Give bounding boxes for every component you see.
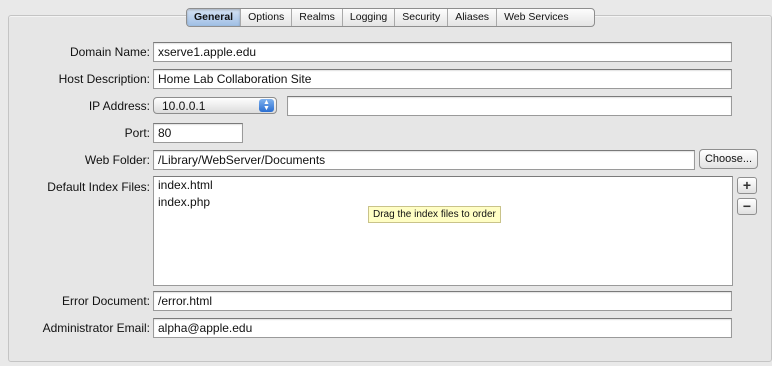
tab-realms[interactable]: Realms bbox=[292, 9, 343, 26]
error-document-label: Error Document: bbox=[61, 294, 150, 308]
drag-order-tooltip: Drag the index files to order bbox=[368, 206, 501, 223]
ip-address-extra-field[interactable] bbox=[287, 96, 732, 116]
ip-address-popup[interactable]: 10.0.0.1 ▲ ▼ bbox=[153, 97, 277, 114]
domain-name-field[interactable]: xserve1.apple.edu bbox=[153, 42, 732, 62]
web-folder-field[interactable]: /Library/WebServer/Documents bbox=[153, 150, 695, 170]
tab-logging[interactable]: Logging bbox=[343, 9, 396, 26]
tab-bar: General Options Realms Logging Security … bbox=[186, 8, 595, 27]
list-item[interactable]: index.html bbox=[154, 177, 732, 194]
popup-arrows-icon: ▲ ▼ bbox=[259, 99, 274, 112]
error-document-field[interactable]: /error.html bbox=[153, 291, 732, 311]
add-index-button[interactable]: + bbox=[737, 177, 757, 194]
tab-aliases[interactable]: Aliases bbox=[448, 9, 498, 26]
admin-email-label: Administrator Email: bbox=[42, 321, 150, 335]
port-field[interactable]: 80 bbox=[153, 123, 243, 143]
admin-email-field[interactable]: alpha@apple.edu bbox=[153, 318, 732, 338]
tab-security[interactable]: Security bbox=[395, 9, 449, 26]
remove-index-button[interactable]: − bbox=[737, 198, 757, 215]
ip-address-label: IP Address: bbox=[88, 99, 150, 113]
host-description-label: Host Description: bbox=[58, 72, 150, 86]
tab-web-services[interactable]: Web Services bbox=[497, 9, 594, 26]
ip-address-value: 10.0.0.1 bbox=[162, 99, 206, 113]
host-description-field[interactable]: Home Lab Collaboration Site bbox=[153, 69, 732, 89]
default-index-label: Default Index Files: bbox=[47, 180, 150, 194]
tab-general[interactable]: General bbox=[187, 9, 242, 26]
port-label: Port: bbox=[124, 126, 150, 140]
tab-options[interactable]: Options bbox=[241, 9, 293, 26]
domain-name-label: Domain Name: bbox=[69, 45, 150, 59]
index-files-list[interactable]: index.html index.php bbox=[153, 176, 733, 286]
web-folder-label: Web Folder: bbox=[84, 153, 150, 167]
choose-button[interactable]: Choose... bbox=[699, 149, 758, 169]
